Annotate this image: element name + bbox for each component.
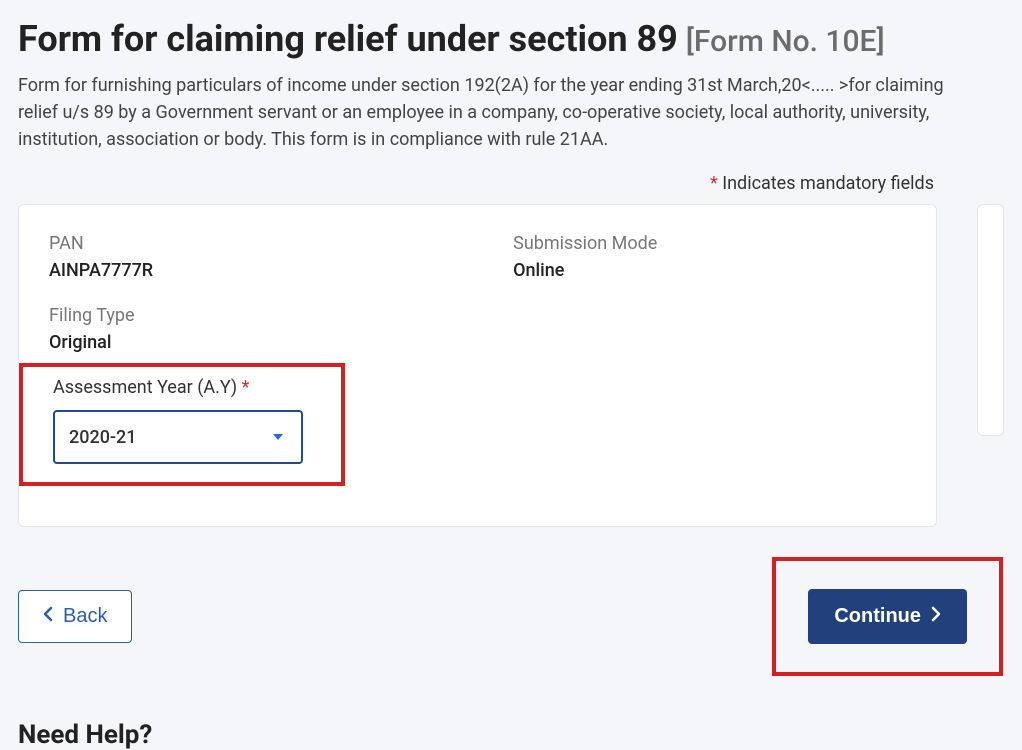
highlight-assessment-year: Assessment Year (A.Y) * 2020-21: [19, 363, 345, 486]
need-help-heading: Need Help?: [18, 720, 1004, 750]
chevron-right-icon: [931, 605, 941, 628]
continue-label: Continue: [834, 605, 921, 628]
side-panel: [977, 204, 1004, 436]
pan-label: PAN: [49, 233, 153, 254]
back-button[interactable]: Back: [18, 590, 132, 643]
form-card: PAN AINPA7777R Submission Mode Online Fi…: [18, 204, 937, 527]
submission-mode-value: Online: [513, 260, 657, 281]
pan-value: AINPA7777R: [49, 260, 153, 281]
continue-button[interactable]: Continue: [808, 589, 967, 644]
asterisk-icon: *: [242, 377, 250, 398]
assessment-year-label: Assessment Year (A.Y) *: [35, 377, 329, 398]
assessment-year-select[interactable]: 2020-21: [53, 410, 303, 464]
form-description: Form for furnishing particulars of incom…: [18, 72, 978, 153]
mandatory-text: Indicates mandatory fields: [722, 173, 934, 194]
assessment-year-value: 2020-21: [69, 427, 137, 448]
highlight-continue: Continue: [772, 557, 1003, 676]
asterisk-icon: *: [710, 173, 718, 194]
filing-type-value: Original: [49, 332, 906, 353]
mandatory-fields-note: * Indicates mandatory fields: [18, 173, 1004, 194]
chevron-down-icon: [273, 434, 283, 440]
chevron-left-icon: [43, 605, 53, 628]
filing-type-label: Filing Type: [49, 305, 906, 326]
page-title: Form for claiming relief under section 8…: [18, 18, 678, 60]
back-label: Back: [63, 605, 107, 628]
submission-mode-label: Submission Mode: [513, 233, 657, 254]
form-number-label: [Form No. 10E]: [686, 24, 885, 59]
